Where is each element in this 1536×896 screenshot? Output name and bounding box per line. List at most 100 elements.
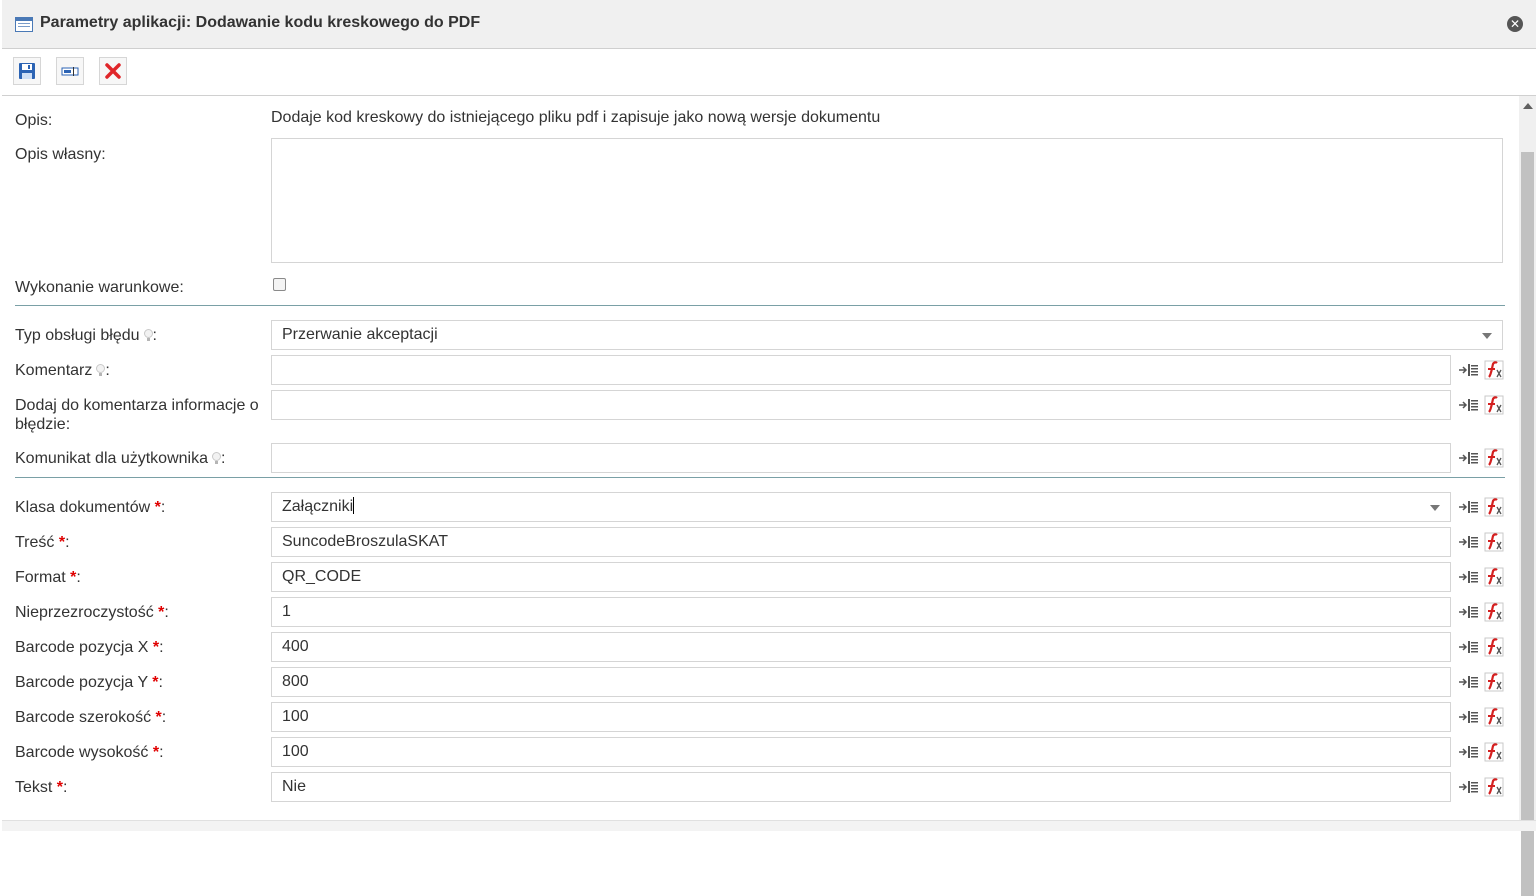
pozycja-y-label-text: Barcode pozycja Y <box>15 674 148 691</box>
komentarz-actions <box>1458 360 1506 380</box>
nieprzezroczystosc-input[interactable]: 1 <box>271 597 1451 627</box>
hint-bulb-icon[interactable] <box>143 329 153 341</box>
tresc-label-text: Treść <box>15 534 55 551</box>
function-icon[interactable] <box>1484 637 1504 657</box>
insert-variable-icon[interactable] <box>1458 744 1480 760</box>
format-input[interactable]: QR_CODE <box>271 562 1451 592</box>
insert-variable-icon[interactable] <box>1458 604 1480 620</box>
wykonanie-checkbox[interactable] <box>273 278 286 291</box>
function-icon[interactable] <box>1484 360 1504 380</box>
section-divider <box>15 477 1505 478</box>
toolbar <box>2 49 1536 96</box>
szerokosc-label-text: Barcode szerokość <box>15 709 152 726</box>
scroll-up-icon[interactable] <box>1523 103 1533 109</box>
function-icon[interactable] <box>1484 532 1504 552</box>
colon: : <box>159 744 164 761</box>
close-icon[interactable]: ✕ <box>1507 16 1523 32</box>
typ-obslugi-label-text: Typ obsługi błędu <box>15 327 140 344</box>
klasa-label-text: Klasa dokumentów <box>15 499 151 516</box>
text-cursor <box>353 497 355 514</box>
save-button[interactable] <box>13 57 41 85</box>
wysokosc-actions <box>1458 742 1506 762</box>
klasa-select[interactable]: Załączniki <box>271 492 1451 522</box>
szerokosc-label: Barcode szerokość *: <box>15 708 166 727</box>
rename-button[interactable] <box>56 57 84 85</box>
insert-variable-icon[interactable] <box>1458 569 1480 585</box>
function-icon[interactable] <box>1484 602 1504 622</box>
wysokosc-input[interactable]: 100 <box>271 737 1451 767</box>
function-icon[interactable] <box>1484 567 1504 587</box>
function-icon[interactable] <box>1484 395 1504 415</box>
tekst-actions <box>1458 777 1506 797</box>
text-field-icon <box>61 67 79 76</box>
typ-obslugi-value: Przerwanie akceptacji <box>282 326 438 343</box>
tresc-input[interactable]: SuncodeBroszulaSKAT <box>271 527 1451 557</box>
chevron-down-icon[interactable] <box>1482 333 1492 339</box>
insert-variable-icon[interactable] <box>1458 674 1480 690</box>
function-icon[interactable] <box>1484 707 1504 727</box>
opis-wlasny-label: Opis własny: <box>15 146 106 163</box>
colon: : <box>160 499 166 516</box>
chevron-down-icon[interactable] <box>1430 505 1440 511</box>
dodaj-actions <box>1458 395 1506 415</box>
insert-variable-icon[interactable] <box>1458 534 1480 550</box>
opis-value: Dodaje kod kreskowy do istniejącego plik… <box>271 109 881 126</box>
tresc-label: Treść *: <box>15 533 70 552</box>
function-icon[interactable] <box>1484 672 1504 692</box>
hint-bulb-icon[interactable] <box>96 364 106 376</box>
vertical-scrollbar[interactable] <box>1519 96 1536 896</box>
komunikat-label-text: Komunikat dla użytkownika <box>15 450 208 467</box>
scroll-thumb[interactable] <box>1521 152 1534 896</box>
format-actions <box>1458 567 1506 587</box>
bottom-strip <box>2 820 1536 831</box>
function-icon[interactable] <box>1484 742 1504 762</box>
nieprzezroczystosc-label-text: Nieprzezroczystość <box>15 604 154 621</box>
tekst-input[interactable]: Nie <box>271 772 1451 802</box>
insert-variable-icon[interactable] <box>1458 450 1480 466</box>
pozycja-x-label-text: Barcode pozycja X <box>15 639 149 656</box>
colon: : <box>164 604 169 621</box>
klasa-value: Załączniki <box>282 498 354 515</box>
red-x-icon <box>105 63 121 79</box>
klasa-label: Klasa dokumentów *: <box>15 498 165 517</box>
dodaj-label-line2: błędzie: <box>15 416 71 433</box>
colon: : <box>76 569 81 586</box>
colon: : <box>63 779 68 796</box>
klasa-actions <box>1458 497 1506 517</box>
hint-bulb-icon[interactable] <box>211 452 221 464</box>
insert-variable-icon[interactable] <box>1458 499 1480 515</box>
pozycja-x-input[interactable]: 400 <box>271 632 1451 662</box>
wysokosc-label-text: Barcode wysokość <box>15 744 149 761</box>
pozycja-x-actions <box>1458 637 1506 657</box>
tresc-actions <box>1458 532 1506 552</box>
insert-variable-icon[interactable] <box>1458 779 1480 795</box>
komunikat-input[interactable] <box>271 443 1451 473</box>
format-label-text: Format <box>15 569 66 586</box>
dodaj-label: Dodaj do komentarza informacje o błędzie… <box>15 396 259 434</box>
komunikat-actions <box>1458 448 1506 468</box>
nieprzezroczystosc-actions <box>1458 602 1506 622</box>
function-icon[interactable] <box>1484 777 1504 797</box>
insert-variable-icon[interactable] <box>1458 639 1480 655</box>
komentarz-label: Komentarz: <box>15 361 110 380</box>
function-icon[interactable] <box>1484 497 1504 517</box>
dialog-title: Parametry aplikacji: Dodawanie kodu kres… <box>40 14 481 31</box>
szerokosc-input[interactable]: 100 <box>271 702 1451 732</box>
format-label: Format *: <box>15 568 81 587</box>
typ-obslugi-select[interactable]: Przerwanie akceptacji <box>271 320 1503 350</box>
insert-variable-icon[interactable] <box>1458 709 1480 725</box>
colon: : <box>65 534 70 551</box>
dodaj-label-line1: Dodaj do komentarza informacje o <box>15 397 259 414</box>
insert-variable-icon[interactable] <box>1458 362 1480 378</box>
table-icon <box>15 17 33 32</box>
nieprzezroczystosc-label: Nieprzezroczystość *: <box>15 603 169 622</box>
opis-wlasny-textarea[interactable] <box>271 138 1503 263</box>
komunikat-label: Komunikat dla użytkownika: <box>15 449 225 468</box>
komentarz-input[interactable] <box>271 355 1451 385</box>
insert-variable-icon[interactable] <box>1458 397 1480 413</box>
delete-button[interactable] <box>99 57 127 85</box>
pozycja-y-input[interactable]: 800 <box>271 667 1451 697</box>
dodaj-input[interactable] <box>271 390 1451 420</box>
tekst-label-text: Tekst <box>15 779 53 796</box>
function-icon[interactable] <box>1484 448 1504 468</box>
